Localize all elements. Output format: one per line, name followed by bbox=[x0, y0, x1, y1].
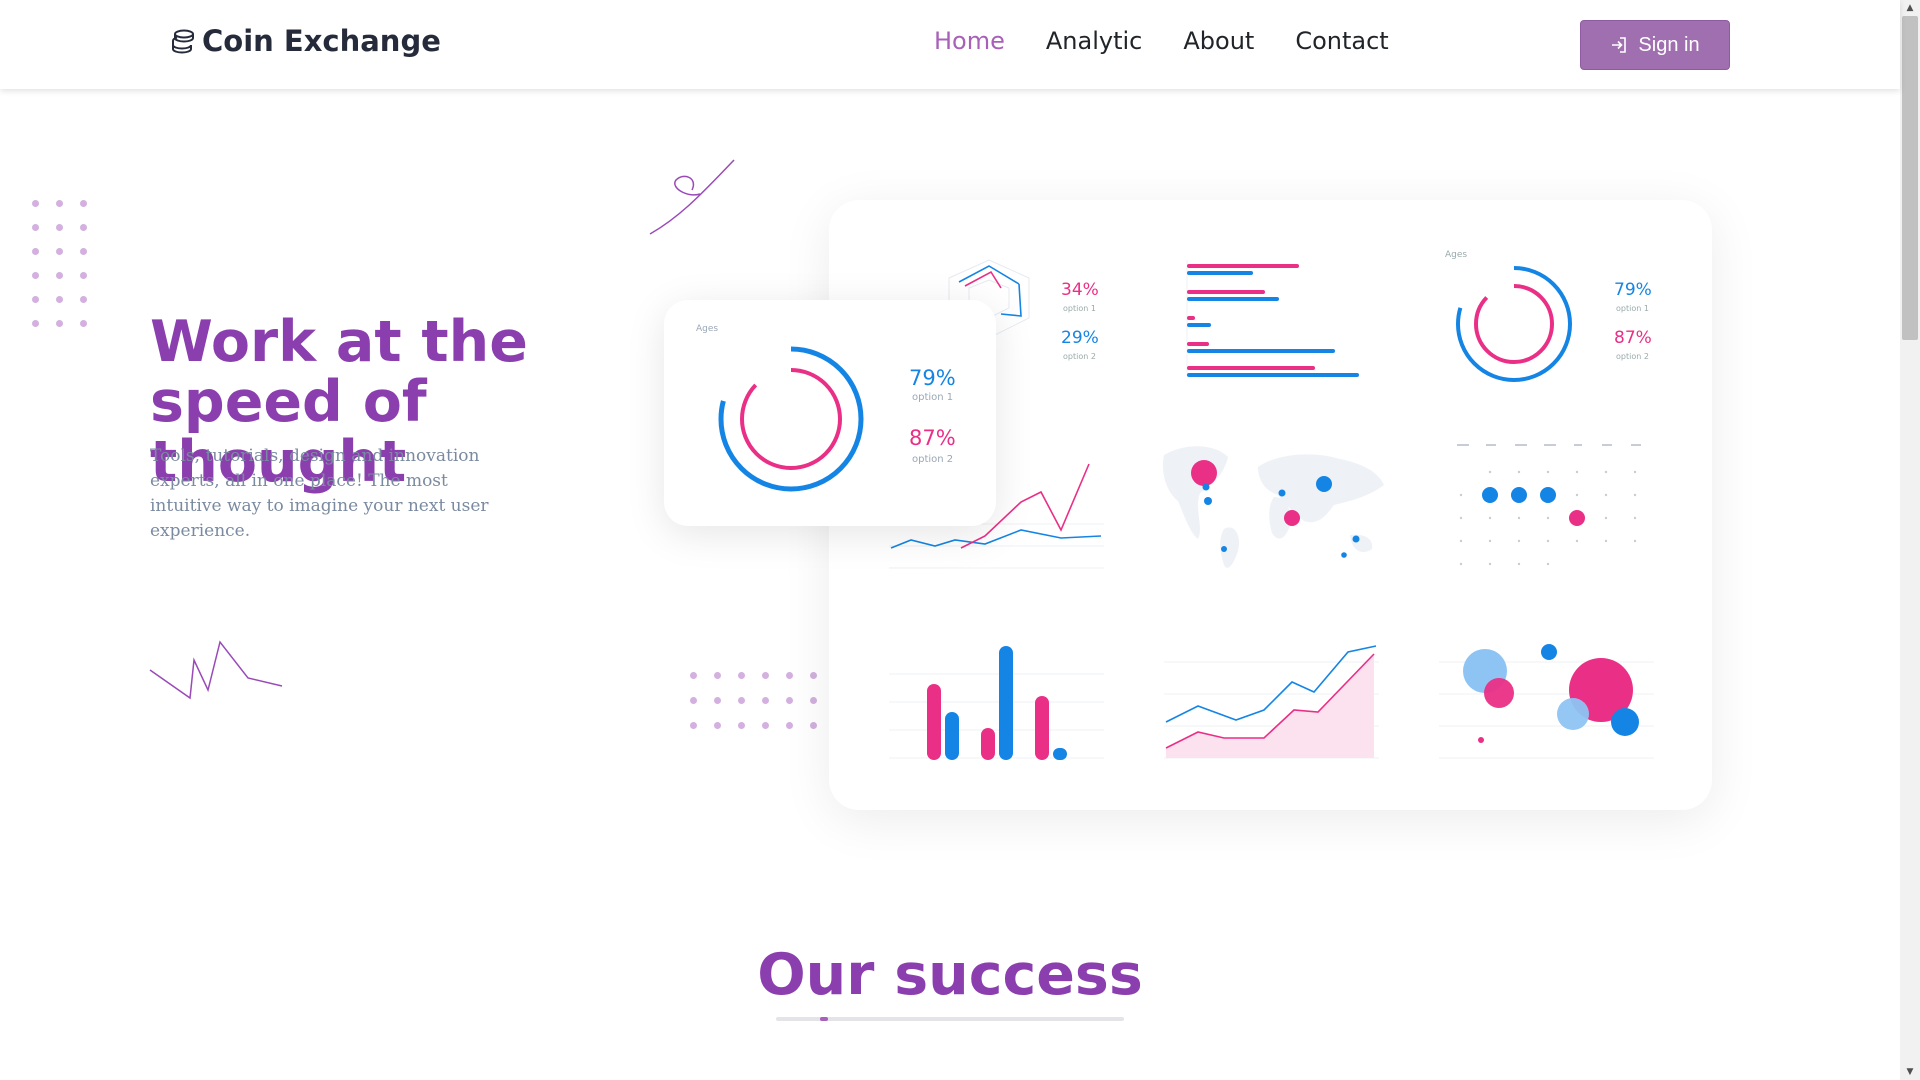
scroll-up-arrow-icon[interactable]: ▲ bbox=[1905, 3, 1915, 13]
sign-in-button[interactable]: Sign in bbox=[1580, 20, 1730, 70]
vertical-scrollbar[interactable]: ▲ ▼ bbox=[1900, 0, 1920, 1080]
decorative-dots-middle bbox=[690, 672, 817, 729]
nav-analytic[interactable]: Analytic bbox=[1046, 27, 1142, 55]
floating-donut-card: Ages 79% option 1 87% option 2 bbox=[664, 300, 996, 526]
vertical-bar-illustration bbox=[889, 646, 1104, 760]
donut-ages-label: Ages bbox=[1445, 250, 1468, 260]
donut-option2-label: option 2 bbox=[1616, 352, 1649, 361]
section-title-underline bbox=[776, 1017, 1124, 1021]
hero-title-line1: Work at the bbox=[150, 309, 528, 375]
radar-pct-option2: 29% bbox=[1061, 328, 1099, 348]
floating-pct-option2: 87% bbox=[909, 426, 956, 450]
sign-in-icon bbox=[1612, 37, 1627, 53]
donut-pct-option1: 79% bbox=[1614, 280, 1652, 300]
donut-pct-option2: 87% bbox=[1614, 328, 1652, 348]
top-navbar: Coin Exchange Home Analytic About Contac… bbox=[0, 0, 1900, 89]
main-nav: Home Analytic About Contact bbox=[934, 27, 1389, 55]
radar-option1-label: option 1 bbox=[1063, 304, 1096, 313]
bubble-chart-illustration bbox=[1439, 644, 1654, 759]
radar-pct-option1: 34% bbox=[1061, 280, 1099, 300]
donut-option1-label: option 1 bbox=[1616, 304, 1649, 313]
floating-option2-label: option 2 bbox=[912, 454, 954, 465]
floating-option1-label: option 1 bbox=[912, 392, 954, 403]
nav-contact[interactable]: Contact bbox=[1295, 27, 1388, 55]
calendar-illustration bbox=[1457, 444, 1641, 566]
decorative-scribble-top bbox=[649, 159, 735, 235]
horizontal-bar-illustration bbox=[1186, 260, 1359, 377]
donut-chart-illustration bbox=[1456, 266, 1572, 382]
decorative-zigzag bbox=[149, 640, 283, 700]
decorative-dots-left bbox=[32, 200, 87, 327]
coins-icon bbox=[172, 29, 194, 54]
section-title-our-success: Our success bbox=[757, 942, 1143, 1008]
floating-donut-chart bbox=[718, 346, 864, 492]
floating-pct-option1: 79% bbox=[909, 366, 956, 390]
hero-description: Tools, tutorials, design and innovation … bbox=[150, 446, 489, 541]
floating-ages-label: Ages bbox=[696, 324, 719, 334]
sign-in-label: Sign in bbox=[1638, 33, 1700, 56]
brand-logo[interactable]: Coin Exchange bbox=[170, 24, 441, 58]
world-map-illustration bbox=[1162, 446, 1384, 568]
radar-option2-label: option 2 bbox=[1063, 352, 1096, 361]
page: Coin Exchange Home Analytic About Contac… bbox=[0, 0, 1920, 1080]
brand-name: Coin Exchange bbox=[202, 24, 441, 58]
nav-home[interactable]: Home bbox=[934, 27, 1005, 55]
area-chart-illustration bbox=[1164, 645, 1379, 759]
nav-about[interactable]: About bbox=[1183, 27, 1254, 55]
scroll-thumb[interactable] bbox=[1902, 16, 1918, 340]
scroll-down-arrow-icon[interactable]: ▼ bbox=[1905, 1067, 1915, 1077]
